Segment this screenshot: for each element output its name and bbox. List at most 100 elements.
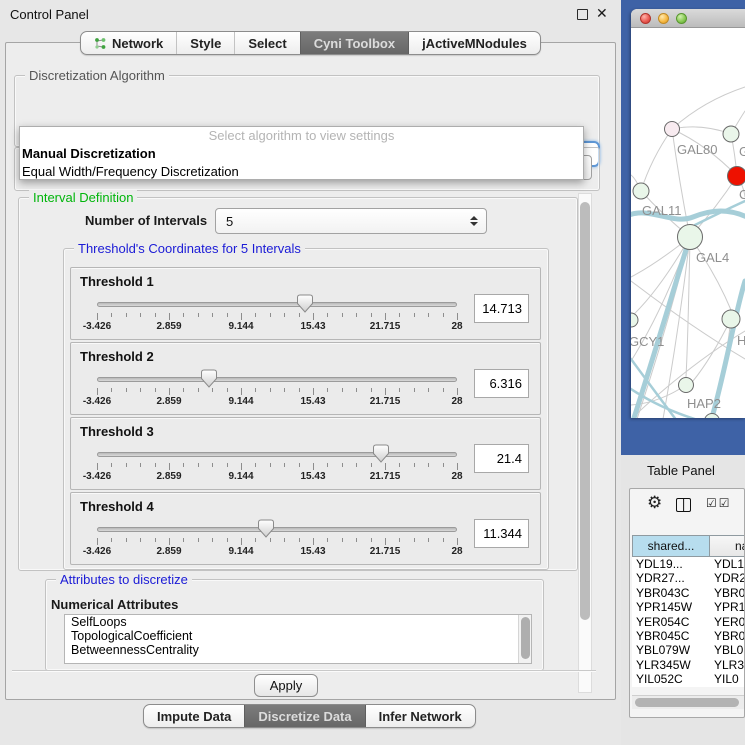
tab-discretize-data[interactable]: Discretize Data <box>244 705 364 727</box>
close-icon[interactable]: ✕ <box>596 5 608 22</box>
tick-mark <box>155 463 156 467</box>
slider-track[interactable] <box>97 302 457 307</box>
tick-mark <box>457 388 458 395</box>
network-node[interactable] <box>723 126 739 142</box>
table-row[interactable]: YBL079WYBL0 <box>632 643 745 657</box>
apply-button[interactable]: Apply <box>254 674 318 697</box>
minimize-traffic-light-icon[interactable] <box>658 13 669 24</box>
tick-mark <box>126 388 127 392</box>
network-edge[interactable] <box>641 129 672 191</box>
numerical-attributes-list[interactable]: SelfLoopsTopologicalCoefficientBetweenne… <box>64 614 532 664</box>
network-window-titlebar[interactable] <box>631 9 745 28</box>
network-node-label: GCY1 <box>631 334 664 349</box>
dropdown-option-equal-width[interactable]: Equal Width/Frequency Discretization <box>20 163 583 181</box>
threshold-value-field[interactable]: 11.344 <box>474 519 529 548</box>
network-node[interactable] <box>728 167 745 186</box>
tick-mark <box>342 313 343 317</box>
tab-cyni-toolbox[interactable]: Cyni Toolbox <box>300 32 408 54</box>
network-window: GAL80GCGAL11GAL4GCY1HHAP2 <box>631 9 745 418</box>
network-node[interactable] <box>722 310 740 328</box>
num-intervals-combobox[interactable]: 5 <box>215 208 487 234</box>
close-traffic-light-icon[interactable] <box>640 13 651 24</box>
tick-mark <box>198 538 199 542</box>
network-edge[interactable] <box>672 87 745 129</box>
tick-mark <box>313 388 314 395</box>
table-row[interactable]: YLR345WYLR3 <box>632 658 745 672</box>
column-header-name[interactable]: na <box>710 535 745 557</box>
column-header-shared-name[interactable]: shared... <box>632 535 710 557</box>
tick-mark <box>356 313 357 317</box>
tick-mark <box>414 463 415 467</box>
threshold-value-field[interactable]: 6.316 <box>474 369 529 398</box>
slider-track[interactable] <box>97 527 457 532</box>
horizontal-scrollbar[interactable] <box>632 695 744 709</box>
network-node[interactable] <box>631 313 638 327</box>
tick-mark <box>227 313 228 317</box>
network-node[interactable] <box>633 183 649 199</box>
table-row[interactable]: YIL052CYIL0 <box>632 672 745 686</box>
threshold-panel-3: Threshold 3-3.4262.8599.14415.4321.71528… <box>70 417 541 490</box>
tab-impute-data[interactable]: Impute Data <box>144 705 244 727</box>
slider-track[interactable] <box>97 452 457 457</box>
tick-label: 21.715 <box>370 396 401 407</box>
slider-handle[interactable] <box>372 444 390 463</box>
table-row[interactable]: YPR145WYPR1 <box>632 600 745 614</box>
dropdown-placeholder-option[interactable]: Select algorithm to view settings <box>20 127 583 145</box>
tick-mark <box>97 538 98 545</box>
panel-scrollbar[interactable] <box>578 193 592 693</box>
threshold-label: Threshold 4 <box>80 499 154 514</box>
list-scrollbar[interactable] <box>518 615 531 663</box>
tick-mark <box>428 313 429 317</box>
slider-handle[interactable] <box>200 369 218 388</box>
tick-mark <box>212 538 213 542</box>
table-row[interactable]: YER054CYER0 <box>632 615 745 629</box>
network-node-label: G <box>739 144 745 159</box>
tab-infer-network[interactable]: Infer Network <box>365 705 475 727</box>
tick-mark <box>270 388 271 392</box>
float-window-icon[interactable] <box>577 9 588 20</box>
tab-style[interactable]: Style <box>176 32 234 54</box>
tick-mark <box>270 313 271 317</box>
table-row[interactable]: YBR043CYBR0 <box>632 586 745 600</box>
attribute-list-item[interactable]: TopologicalCoefficient <box>65 629 531 643</box>
zoom-traffic-light-icon[interactable] <box>676 13 687 24</box>
tick-mark <box>212 463 213 467</box>
network-view[interactable]: GAL80GCGAL11GAL4GCY1HHAP2 <box>631 29 745 418</box>
tick-label: 21.715 <box>370 546 401 557</box>
tab-network[interactable]: Network <box>81 32 176 54</box>
gear-icon[interactable]: ⚙ <box>647 493 662 513</box>
network-node[interactable] <box>665 122 680 137</box>
tick-mark <box>385 313 386 320</box>
dropdown-option-manual[interactable]: Manual Discretization <box>20 145 583 163</box>
table-row[interactable]: YDR27...YDR2 <box>632 571 745 585</box>
split-view-icon[interactable] <box>676 498 691 512</box>
attribute-list-item[interactable]: SelfLoops <box>65 615 531 629</box>
attributes-group-title: Attributes to discretize <box>56 572 192 587</box>
network-node[interactable] <box>705 414 720 419</box>
tick-label: -3.426 <box>83 321 111 332</box>
attribute-list-item[interactable]: BetweennessCentrality <box>65 643 531 657</box>
table-row[interactable]: YDL19...YDL1 <box>632 557 745 571</box>
tick-mark <box>327 388 328 392</box>
threshold-value-field[interactable]: 14.713 <box>474 294 529 323</box>
network-node[interactable] <box>679 378 694 393</box>
tick-label: 28 <box>451 471 462 482</box>
network-node-label: GAL4 <box>696 250 729 265</box>
threshold-value-field[interactable]: 21.4 <box>474 444 529 473</box>
select-columns-icon[interactable]: ☑☑ <box>706 496 732 510</box>
tab-label: Network <box>112 36 163 51</box>
slider-handle[interactable] <box>296 294 314 313</box>
slider-handle[interactable] <box>257 519 275 538</box>
slider-track[interactable] <box>97 377 457 382</box>
network-edge[interactable] <box>686 237 690 377</box>
tick-mark <box>255 538 256 542</box>
table-row[interactable]: YBR045CYBR0 <box>632 629 745 643</box>
algorithm-dropdown-popup: Select algorithm to view settings Manual… <box>19 126 584 180</box>
tick-mark <box>457 463 458 470</box>
network-node[interactable] <box>678 225 703 250</box>
tick-mark <box>212 388 213 392</box>
tick-mark <box>399 463 400 467</box>
tab-select[interactable]: Select <box>234 32 299 54</box>
tick-mark <box>111 388 112 392</box>
tab-jactivemnodules[interactable]: jActiveMNodules <box>408 32 540 54</box>
